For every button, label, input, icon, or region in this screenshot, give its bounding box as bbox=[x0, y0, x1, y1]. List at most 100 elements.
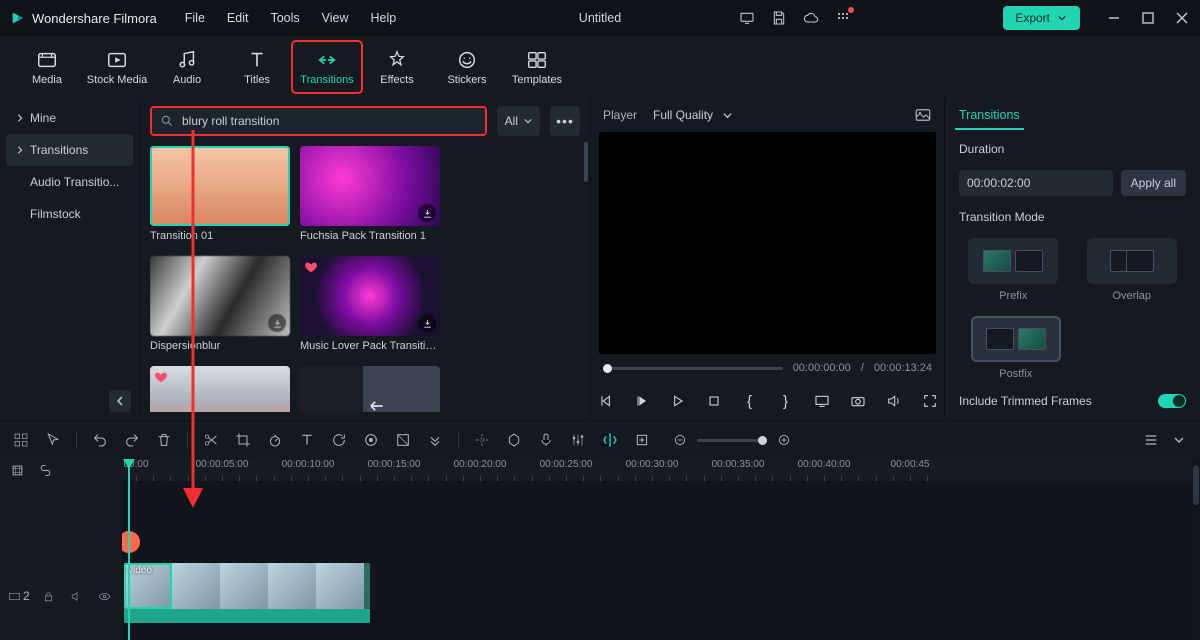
transition-card[interactable]: Transition 01 bbox=[150, 146, 290, 242]
cat-titles[interactable]: Titles bbox=[222, 41, 292, 93]
zoom-slider[interactable] bbox=[697, 439, 767, 442]
sidebar-item-filmstock[interactable]: Filmstock bbox=[6, 198, 133, 230]
zoom-out-icon[interactable] bbox=[671, 431, 689, 449]
marker-icon[interactable] bbox=[505, 431, 523, 449]
browser-scrollbar[interactable] bbox=[584, 142, 588, 182]
zoom-in-icon[interactable] bbox=[775, 431, 793, 449]
mode-prefix[interactable]: Prefix bbox=[959, 238, 1068, 302]
sidebar-collapse-button[interactable] bbox=[109, 390, 131, 412]
cat-audio[interactable]: Audio bbox=[152, 41, 222, 93]
snap-toggle-icon[interactable] bbox=[8, 461, 26, 479]
text-icon[interactable] bbox=[298, 431, 316, 449]
apply-all-button[interactable]: Apply all bbox=[1121, 170, 1186, 196]
cat-stock-media[interactable]: Stock Media bbox=[82, 41, 152, 93]
delete-icon[interactable] bbox=[155, 431, 173, 449]
menu-help[interactable]: Help bbox=[371, 11, 397, 25]
stop-icon[interactable] bbox=[706, 393, 722, 409]
save-icon[interactable] bbox=[771, 10, 787, 26]
download-icon[interactable] bbox=[418, 314, 436, 332]
search-box[interactable] bbox=[150, 106, 487, 136]
inspector-tab-transitions[interactable]: Transitions bbox=[955, 102, 1024, 130]
favorite-icon[interactable] bbox=[304, 260, 318, 274]
playback-quality-select[interactable]: Full Quality bbox=[653, 108, 732, 122]
video-clip[interactable]: video bbox=[124, 563, 370, 609]
export-button[interactable]: Export bbox=[1003, 6, 1080, 30]
snapshot-icon[interactable] bbox=[914, 106, 932, 124]
audio-clip[interactable] bbox=[124, 609, 370, 623]
audio-mixer-icon[interactable] bbox=[569, 431, 587, 449]
undo-icon[interactable] bbox=[91, 431, 109, 449]
preview-viewport[interactable] bbox=[599, 132, 936, 354]
mute-track-icon[interactable] bbox=[68, 587, 86, 605]
sidebar-item-mine[interactable]: Mine bbox=[6, 102, 133, 134]
duration-input[interactable]: 00:00:02:00 bbox=[959, 170, 1113, 196]
step-back-icon[interactable] bbox=[634, 393, 650, 409]
more-options-button[interactable]: ••• bbox=[550, 106, 580, 136]
cat-transitions[interactable]: Transitions bbox=[292, 41, 362, 93]
minimize-icon[interactable] bbox=[1106, 10, 1122, 26]
crop-icon[interactable] bbox=[234, 431, 252, 449]
keyframe-icon[interactable] bbox=[473, 431, 491, 449]
select-tool-icon[interactable] bbox=[44, 431, 62, 449]
redo-icon[interactable] bbox=[123, 431, 141, 449]
transition-card[interactable]: Music Lover Pack Transition ... bbox=[300, 256, 440, 352]
prev-frame-icon[interactable] bbox=[598, 393, 614, 409]
menu-edit[interactable]: Edit bbox=[227, 11, 249, 25]
mark-out-icon[interactable]: } bbox=[778, 393, 794, 409]
timeline-scrollbar[interactable] bbox=[1192, 459, 1200, 640]
cloud-icon[interactable] bbox=[803, 10, 819, 26]
fullscreen-icon[interactable] bbox=[922, 393, 938, 409]
mode-postfix[interactable]: Postfix bbox=[959, 316, 1073, 380]
grid-view-icon[interactable] bbox=[12, 431, 30, 449]
link-toggle-icon[interactable] bbox=[36, 461, 54, 479]
transition-card[interactable] bbox=[300, 366, 440, 412]
mode-overlap[interactable]: Overlap bbox=[1078, 238, 1187, 302]
timeline-ruler[interactable]: 00:00 00:00:05:00 00:00:10:00 00:00:15:0… bbox=[122, 459, 1192, 481]
more-tools-icon[interactable] bbox=[426, 431, 444, 449]
lock-track-icon[interactable] bbox=[40, 587, 58, 605]
display-settings-icon[interactable] bbox=[814, 393, 830, 409]
include-trimmed-toggle[interactable] bbox=[1158, 394, 1186, 408]
transition-card[interactable] bbox=[150, 366, 290, 412]
speed-icon[interactable] bbox=[266, 431, 284, 449]
split-icon[interactable] bbox=[202, 431, 220, 449]
sidebar-item-transitions[interactable]: Transitions bbox=[6, 134, 133, 166]
hide-track-icon[interactable] bbox=[96, 587, 114, 605]
download-icon[interactable] bbox=[418, 204, 436, 222]
maximize-icon[interactable] bbox=[1140, 10, 1156, 26]
menu-view[interactable]: View bbox=[322, 11, 349, 25]
camera-icon[interactable] bbox=[850, 393, 866, 409]
player-panel: Player Full Quality 00:00:00:00 / 00:00:… bbox=[590, 98, 944, 420]
add-marker-icon[interactable] bbox=[633, 431, 651, 449]
transition-card[interactable]: Fuchsia Pack Transition 1 bbox=[300, 146, 440, 242]
search-input[interactable] bbox=[180, 113, 477, 129]
sidebar-item-audio-transitions[interactable]: Audio Transitio... bbox=[6, 166, 133, 198]
mark-in-icon[interactable]: { bbox=[742, 393, 758, 409]
track-options-icon[interactable] bbox=[1170, 431, 1188, 449]
cat-stickers[interactable]: Stickers bbox=[432, 41, 502, 93]
menu-tools[interactable]: Tools bbox=[270, 11, 299, 25]
cat-media[interactable]: Media bbox=[12, 41, 82, 93]
voiceover-icon[interactable] bbox=[537, 431, 555, 449]
apps-grid-icon[interactable] bbox=[835, 10, 851, 26]
transition-browser: All ••• Transition 01 Fuchsia Pack Trans… bbox=[140, 98, 590, 420]
volume-icon[interactable] bbox=[886, 393, 902, 409]
scrub-slider[interactable] bbox=[603, 367, 783, 370]
cat-effects[interactable]: Effects bbox=[362, 41, 432, 93]
timeline-tracks[interactable]: 00:00 00:00:05:00 00:00:10:00 00:00:15:0… bbox=[122, 459, 1192, 640]
play-icon[interactable] bbox=[670, 393, 686, 409]
track-size-icon[interactable] bbox=[1142, 431, 1160, 449]
cat-templates[interactable]: Templates bbox=[502, 41, 572, 93]
device-preview-icon[interactable] bbox=[739, 10, 755, 26]
auto-ripple-icon[interactable] bbox=[601, 431, 619, 449]
rotate-icon[interactable] bbox=[330, 431, 348, 449]
color-icon[interactable] bbox=[362, 431, 380, 449]
menu-file[interactable]: File bbox=[185, 11, 205, 25]
transition-card[interactable]: Dispersionblur bbox=[150, 256, 290, 352]
green-screen-icon[interactable] bbox=[394, 431, 412, 449]
playhead[interactable] bbox=[128, 459, 130, 640]
filter-all-button[interactable]: All bbox=[497, 106, 540, 136]
download-icon[interactable] bbox=[268, 314, 286, 332]
favorite-icon[interactable] bbox=[154, 370, 168, 384]
close-icon[interactable] bbox=[1174, 10, 1190, 26]
